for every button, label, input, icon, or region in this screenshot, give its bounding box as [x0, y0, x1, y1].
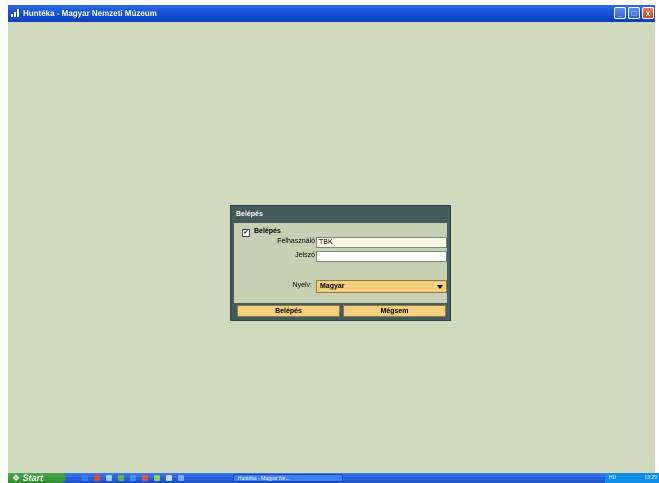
quicklaunch-icon-4[interactable] — [118, 475, 124, 481]
start-logo-icon: ❖ — [12, 473, 21, 483]
dialog-title: Belépés — [236, 211, 263, 218]
cancel-button[interactable]: Mégsem — [343, 305, 446, 317]
quicklaunch-icon-8[interactable] — [166, 475, 172, 481]
language-value: Magyar — [320, 283, 345, 290]
password-field[interactable] — [316, 251, 447, 262]
maximize-button[interactable]: □ — [628, 7, 640, 19]
quicklaunch-icon-6[interactable] — [142, 475, 148, 481]
dialog-body: ✔ Belépés Felhasználó TBK Jelszó Nyelv: … — [234, 223, 447, 303]
language-label: Nyelv: — [292, 282, 312, 289]
title-bar[interactable]: Huntéka - Magyar Nemzeti Múzeum _ □ x — [8, 5, 655, 22]
close-button[interactable]: x — [642, 7, 654, 19]
taskbar-item-hunteka[interactable]: Huntéka - Magyar Ne... — [233, 474, 343, 482]
quicklaunch-icon-3[interactable] — [106, 475, 112, 481]
quicklaunch-icon-5[interactable] — [130, 475, 136, 481]
quicklaunch-icon-2[interactable] — [94, 475, 100, 481]
taskbar: ❖ Start Huntéka - Magyar Ne... HU 13:29 — [8, 473, 659, 483]
login-dialog: Belépés ✔ Belépés Felhasználó TBK Jelszó… — [230, 205, 451, 321]
start-label: Start — [22, 473, 44, 483]
clock[interactable]: 13:29 — [644, 473, 657, 483]
section-label: Belépés — [254, 228, 281, 235]
login-button[interactable]: Belépés — [237, 305, 340, 317]
password-label: Jelszó — [295, 252, 315, 259]
language-indicator[interactable]: HU — [609, 473, 616, 483]
system-tray: HU 13:29 — [605, 473, 659, 483]
username-field[interactable]: TBK — [316, 237, 447, 248]
language-select[interactable]: Magyar — [316, 280, 447, 293]
start-button[interactable]: ❖ Start — [8, 473, 66, 483]
username-label: Felhasználó — [277, 238, 315, 245]
checkbox-check-icon[interactable]: ✔ — [242, 229, 250, 237]
window-title: Huntéka - Magyar Nemzeti Múzeum — [23, 9, 157, 18]
app-icon — [11, 9, 21, 17]
minimize-button[interactable]: _ — [614, 7, 626, 19]
quicklaunch-icon-7[interactable] — [154, 475, 160, 481]
dropdown-arrow-icon[interactable] — [437, 285, 443, 289]
quicklaunch-icon-1[interactable] — [82, 475, 88, 481]
quicklaunch-icon-9[interactable] — [178, 475, 184, 481]
